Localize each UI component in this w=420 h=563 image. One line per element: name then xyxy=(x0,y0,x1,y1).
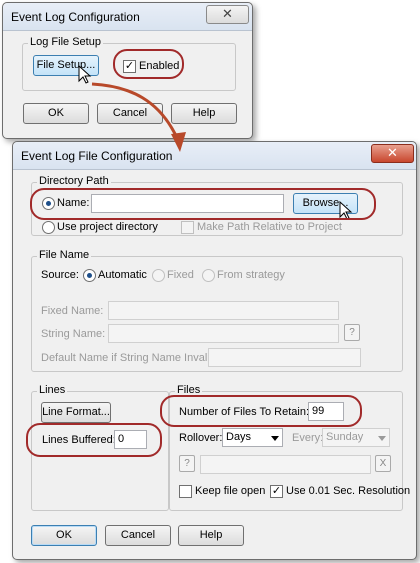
flow-arrow-icon xyxy=(91,82,186,152)
